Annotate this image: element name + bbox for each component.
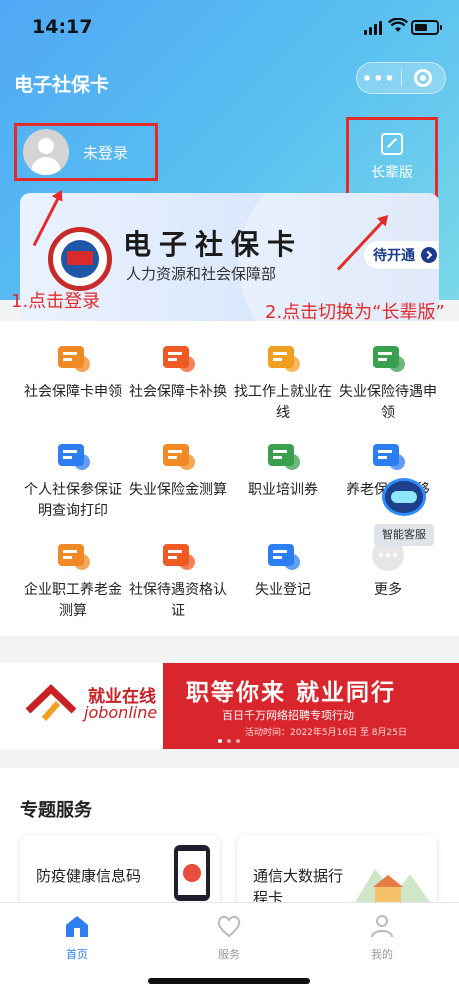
miniprogram-capsule: ••• bbox=[356, 62, 446, 94]
banner-date: 活动时间：2022年5月16日 至 8月25日 bbox=[245, 728, 407, 738]
wifi-icon bbox=[388, 18, 408, 32]
status-bar: 14:17 bbox=[0, 0, 459, 56]
tab-mine[interactable]: 我的 bbox=[342, 913, 422, 962]
card-apply-icon bbox=[55, 340, 91, 374]
service-item[interactable]: 个人社保参保证明查询打印 bbox=[16, 438, 130, 522]
job-search-icon bbox=[265, 340, 301, 374]
calculator-icon bbox=[160, 438, 196, 472]
close-miniprogram-button[interactable] bbox=[401, 69, 445, 87]
smart-service-label: 智能客服 bbox=[374, 524, 434, 546]
banner-subtitle: 百日千万网络招聘专项行动 bbox=[222, 709, 354, 722]
tab-home-label: 首页 bbox=[66, 948, 88, 961]
activate-button[interactable]: 待开通 bbox=[364, 241, 439, 269]
service-label: 找工作上就业在线 bbox=[234, 384, 332, 421]
avatar bbox=[23, 129, 69, 175]
switch-mode-icon bbox=[381, 132, 403, 155]
heart-icon bbox=[217, 915, 241, 938]
service-item[interactable]: 找工作上就业在线 bbox=[226, 340, 340, 424]
service-label: 个人社保参保证明查询打印 bbox=[24, 482, 122, 519]
tab-services-label: 服务 bbox=[218, 948, 240, 961]
jobonline-logo-icon bbox=[25, 684, 77, 721]
banner-headline: 职等你来 就业同行 bbox=[186, 680, 397, 706]
service-item[interactable]: 社会保障卡补换 bbox=[121, 340, 235, 403]
tab-home[interactable]: 首页 bbox=[37, 913, 117, 962]
service-label: 社会保障卡申领 bbox=[24, 384, 122, 400]
service-item[interactable]: 失业登记 bbox=[226, 538, 340, 601]
phone-health-icon bbox=[174, 845, 210, 901]
service-label: 失业登记 bbox=[255, 582, 311, 598]
tab-services[interactable]: 服务 bbox=[189, 913, 269, 962]
unemployment-register-icon bbox=[265, 538, 301, 572]
signal-icon bbox=[364, 21, 382, 35]
qualification-icon bbox=[160, 538, 196, 572]
smart-service-button[interactable]: 智能客服 bbox=[372, 478, 436, 548]
service-item[interactable]: 社会保障卡申领 bbox=[16, 340, 130, 403]
card-title: 电子社保卡 bbox=[123, 228, 304, 261]
service-label: 社保待遇资格认证 bbox=[129, 582, 227, 619]
service-label: 社会保障卡补换 bbox=[129, 384, 227, 400]
tab-mine-label: 我的 bbox=[371, 948, 393, 961]
battery-icon bbox=[411, 20, 442, 35]
login-label: 未登录 bbox=[83, 144, 129, 162]
close-circle-icon bbox=[414, 69, 433, 87]
elder-mode-label: 长辈版 bbox=[371, 164, 413, 181]
card-replace-icon bbox=[160, 340, 196, 374]
carousel-dots[interactable] bbox=[218, 739, 240, 743]
social-security-emblem-icon bbox=[48, 227, 112, 291]
service-item[interactable]: 企业职工养老金测算 bbox=[16, 538, 130, 622]
service-label: 失业保险待遇申领 bbox=[339, 384, 437, 421]
robot-icon bbox=[382, 478, 426, 516]
pension-transfer-icon bbox=[370, 438, 406, 472]
activate-label: 待开通 bbox=[373, 248, 415, 264]
service-item[interactable]: 失业保险待遇申领 bbox=[331, 340, 445, 424]
banner-brand-en: jobonline bbox=[84, 703, 158, 722]
service-label: 职业培训券 bbox=[248, 482, 318, 498]
service-item[interactable]: 失业保险金测算 bbox=[121, 438, 235, 501]
home-icon bbox=[66, 916, 88, 937]
elder-mode-button[interactable]: 长辈版 bbox=[346, 117, 438, 197]
job-banner[interactable]: 就业在线 jobonline 职等你来 就业同行 百日千万网络招聘专项行动 活动… bbox=[0, 663, 459, 749]
status-time: 14:17 bbox=[32, 16, 93, 38]
card-subtitle: 人力资源和社会保障部 bbox=[126, 265, 277, 283]
health-code-label: 防疫健康信息码 bbox=[36, 867, 142, 885]
training-voucher-icon bbox=[265, 438, 301, 472]
service-item[interactable]: 社保待遇资格认证 bbox=[121, 538, 235, 622]
pension-calc-icon bbox=[55, 538, 91, 572]
more-options-button[interactable]: ••• bbox=[357, 69, 401, 88]
home-indicator bbox=[148, 978, 310, 984]
user-icon bbox=[371, 915, 393, 938]
certificate-print-icon bbox=[55, 438, 91, 472]
service-label: 更多 bbox=[374, 582, 402, 598]
annotation-step1: 1.点击登录 bbox=[11, 291, 101, 312]
service-label: 失业保险金测算 bbox=[129, 482, 227, 498]
service-item[interactable]: 职业培训券 bbox=[226, 438, 340, 501]
login-area[interactable]: 未登录 bbox=[14, 123, 158, 181]
service-label: 企业职工养老金测算 bbox=[24, 582, 122, 619]
unemployment-benefit-icon bbox=[370, 340, 406, 374]
chevron-right-icon bbox=[421, 247, 437, 263]
section-title: 专题服务 bbox=[20, 800, 92, 821]
page-title: 电子社保卡 bbox=[14, 74, 110, 96]
